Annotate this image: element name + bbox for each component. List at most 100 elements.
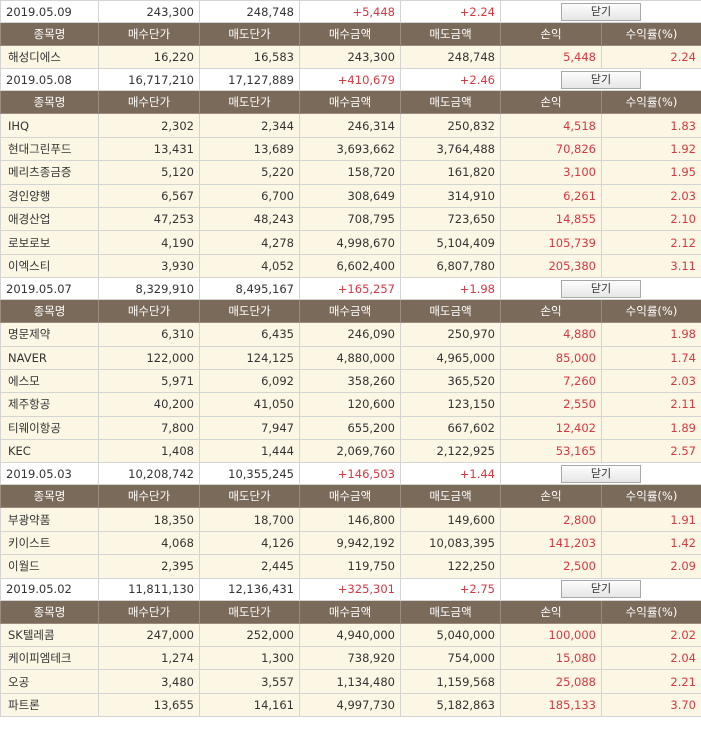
header-buy-price: 매수단가	[98, 299, 200, 324]
close-button[interactable]: 닫기	[561, 279, 641, 298]
date-return-rate: +2.46	[400, 68, 501, 92]
sell-price: 3,557	[199, 669, 300, 694]
trade-row: 티웨이항공 7,800 7,947 655,200 667,602 12,402 1.89	[0, 415, 701, 441]
sell-price: 41,050	[199, 392, 300, 417]
trade-row: 에스모 5,971 6,092 358,260 365,520 7,260 2.03	[0, 368, 701, 394]
sell-amount: 6,807,780	[400, 253, 501, 279]
buy-amount: 9,942,192	[299, 530, 401, 556]
date-return-rate: +1.44	[400, 462, 501, 486]
sell-amount: 149,600	[400, 507, 501, 532]
sell-price: 14,161	[199, 692, 300, 718]
trade-row: IHQ 2,302 2,344 246,314 250,832 4,518 1.83	[0, 113, 701, 138]
trade-row: 제주항공 40,200 41,050 120,600 123,150 2,550 2.11	[0, 392, 701, 417]
trade-row: 부광약품 18,350 18,700 146,800 149,600 2,800 1.91	[0, 507, 701, 532]
date-total-buy-price: 243,300	[98, 0, 200, 23]
buy-amount: 6,602,400	[299, 253, 401, 279]
close-button[interactable]: 닫기	[561, 2, 641, 21]
sell-price: 2,445	[199, 554, 300, 579]
sell-amount: 5,104,409	[400, 230, 501, 255]
date-total-buy-price: 8,329,910	[98, 277, 200, 301]
trade-row: 현대그린푸드 13,431 13,689 3,693,662 3,764,488 70,8…	[0, 136, 701, 162]
buy-price: 5,971	[98, 368, 200, 394]
header-buy-amount: 매수금액	[299, 484, 401, 509]
buy-price: 13,655	[98, 692, 200, 718]
header-profit-loss: 손익	[500, 484, 602, 509]
header-buy-amount: 매수금액	[299, 599, 401, 624]
buy-price: 247,000	[98, 622, 200, 648]
date-summary-row: 2019.05.08 16,717,210 17,127,889 +410,679 +2…	[0, 68, 701, 92]
buy-amount: 146,800	[299, 507, 401, 532]
buy-price: 1,274	[98, 646, 200, 671]
close-button[interactable]: 닫기	[561, 70, 641, 89]
sell-amount: 5,040,000	[400, 622, 501, 648]
profit-loss: 6,261	[500, 183, 602, 208]
stock-name: 이월드	[0, 554, 99, 579]
trade-date: 2019.05.02	[0, 577, 99, 601]
stock-name: 티웨이항공	[0, 415, 99, 441]
header-sell-price: 매도단가	[199, 22, 300, 46]
header-buy-amount: 매수금액	[299, 90, 401, 115]
close-button[interactable]: 닫기	[561, 464, 641, 483]
sell-price: 4,126	[199, 530, 300, 556]
close-button-cell: 닫기	[500, 277, 701, 301]
header-buy-price: 매수단가	[98, 22, 200, 46]
sell-amount: 3,764,488	[400, 136, 501, 162]
trade-row: 파트론 13,655 14,161 4,997,730 5,182,863 185,133…	[0, 692, 701, 718]
buy-amount: 4,998,670	[299, 230, 401, 255]
buy-amount: 120,600	[299, 392, 401, 417]
header-return-rate: 수익률(%)	[601, 299, 701, 324]
column-header-row: 종목명 매수단가 매도단가 매수금액 매도금액 손익 수익률(%)	[0, 484, 701, 509]
return-rate: 1.91	[601, 507, 701, 532]
buy-amount: 4,997,730	[299, 692, 401, 718]
header-buy-price: 매수단가	[98, 484, 200, 509]
date-summary-row: 2019.05.07 8,329,910 8,495,167 +165,257 +1.9…	[0, 277, 701, 301]
buy-price: 6,310	[98, 322, 200, 347]
sell-amount: 122,250	[400, 554, 501, 579]
stock-name: 에스모	[0, 368, 99, 394]
trade-row: KEC 1,408 1,444 2,069,760 2,122,925 53,165 2.5…	[0, 439, 701, 464]
sell-amount: 248,748	[400, 44, 501, 70]
sell-price: 6,700	[199, 183, 300, 208]
buy-amount: 308,649	[299, 183, 401, 208]
stock-name: 경인양행	[0, 183, 99, 208]
buy-amount: 243,300	[299, 44, 401, 70]
column-header-row: 종목명 매수단가 매도단가 매수금액 매도금액 손익 수익률(%)	[0, 299, 701, 324]
profit-loss: 5,448	[500, 44, 602, 70]
header-sell-price: 매도단가	[199, 90, 300, 115]
trade-history-body: 2019.05.09 243,300 248,748 +5,448 +2.24 닫기 종목명…	[0, 0, 701, 718]
date-profit-loss: +410,679	[299, 68, 401, 92]
sell-price: 5,220	[199, 160, 300, 185]
trade-row: 이엑스티 3,930 4,052 6,602,400 6,807,780 205,380 3…	[0, 253, 701, 279]
trade-row: 메리츠종금증 5,120 5,220 158,720 161,820 3,100 1.95	[0, 160, 701, 185]
sell-price: 1,444	[199, 439, 300, 464]
stock-name: 파트론	[0, 692, 99, 718]
date-total-buy-price: 10,208,742	[98, 462, 200, 486]
profit-loss: 3,100	[500, 160, 602, 185]
stock-name: 케이피엠테크	[0, 646, 99, 671]
stock-name: 제주항공	[0, 392, 99, 417]
close-button[interactable]: 닫기	[561, 580, 641, 599]
return-rate: 1.98	[601, 322, 701, 347]
buy-price: 3,930	[98, 253, 200, 279]
return-rate: 2.02	[601, 622, 701, 648]
stock-name: IHQ	[0, 113, 99, 138]
sell-amount: 2,122,925	[400, 439, 501, 464]
buy-amount: 1,134,480	[299, 669, 401, 694]
return-rate: 2.03	[601, 183, 701, 208]
sell-amount: 10,083,395	[400, 530, 501, 556]
header-sell-amount: 매도금액	[400, 599, 501, 624]
header-return-rate: 수익률(%)	[601, 22, 701, 46]
header-buy-price: 매수단가	[98, 90, 200, 115]
profit-loss: 4,518	[500, 113, 602, 138]
trade-row: 해성디에스 16,220 16,583 243,300 248,748 5,448 2.24	[0, 44, 701, 70]
trade-row: 키이스트 4,068 4,126 9,942,192 10,083,395 141,203…	[0, 530, 701, 556]
date-total-buy-price: 16,717,210	[98, 68, 200, 92]
sell-amount: 1,159,568	[400, 669, 501, 694]
stock-name: NAVER	[0, 345, 99, 370]
header-buy-amount: 매수금액	[299, 22, 401, 46]
sell-price: 4,278	[199, 230, 300, 255]
return-rate: 2.11	[601, 392, 701, 417]
date-total-sell-price: 10,355,245	[199, 462, 300, 486]
buy-price: 122,000	[98, 345, 200, 370]
buy-price: 2,395	[98, 554, 200, 579]
